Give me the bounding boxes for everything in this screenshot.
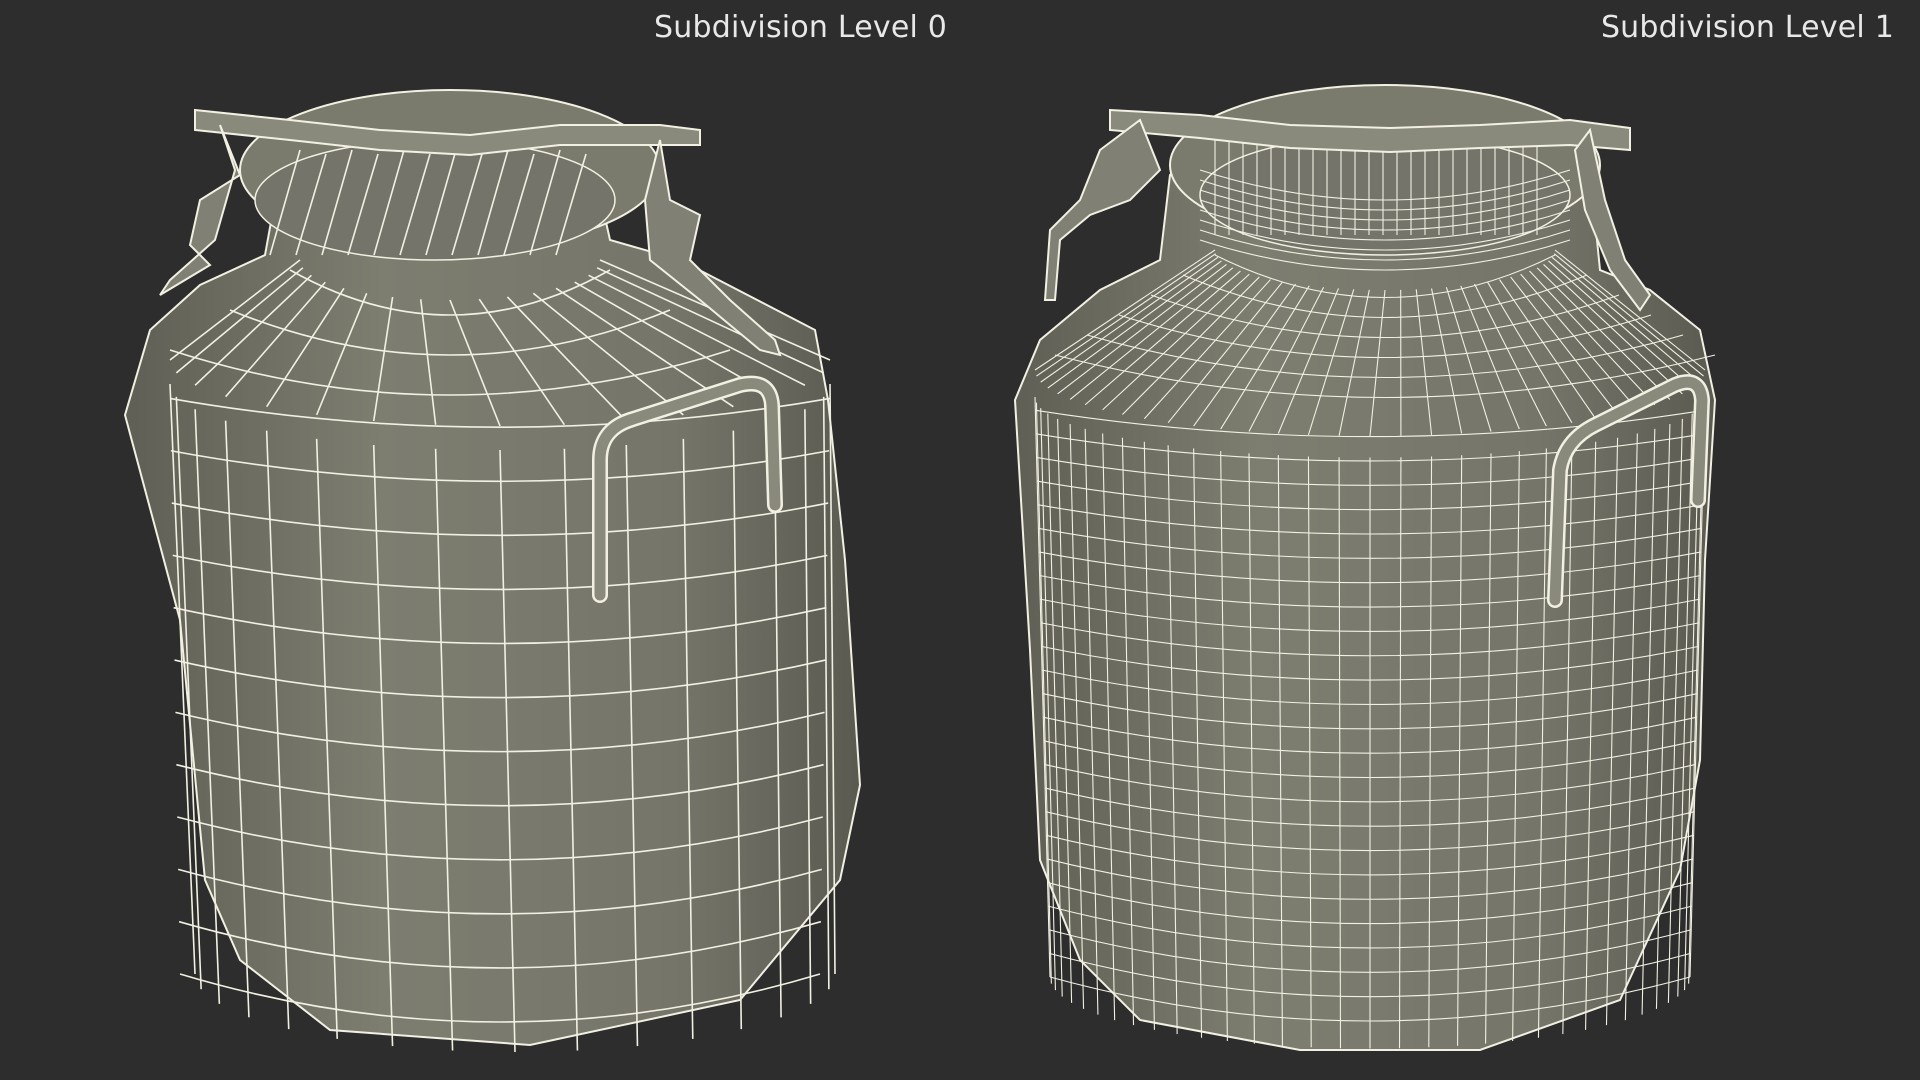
milk-can-level-0 bbox=[123, 89, 862, 1053]
render-canvas bbox=[123, 84, 1717, 1053]
panel-label-level-1: Subdivision Level 1 bbox=[1600, 10, 1894, 45]
left-latch bbox=[159, 124, 242, 296]
panel-label-level-0: Subdivision Level 0 bbox=[654, 10, 948, 45]
render-viewport: Subdivision Level 0 Subdivision Level 1 bbox=[0, 0, 1920, 1080]
milk-can-level-1 bbox=[1013, 84, 1717, 1051]
can-body bbox=[123, 163, 862, 1047]
